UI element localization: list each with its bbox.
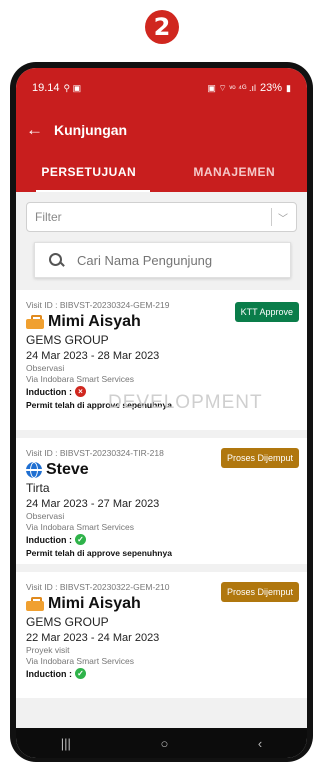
notification-icons: ⚲ ▣ bbox=[63, 82, 82, 93]
induction-passed-icon: ✓ bbox=[75, 668, 86, 679]
battery-percentage: 23% bbox=[260, 82, 283, 94]
status-bar: 19.14 ⚲ ▣ ▣ ⌔ ᵛᵒ ⁴ᴳ .ıl 23% ▮ bbox=[16, 68, 307, 108]
visit-purpose: Proyek visit bbox=[26, 645, 70, 655]
visit-card[interactable]: Visit ID : BIBVST-20230324-GEM-219 Mimi … bbox=[16, 290, 307, 430]
page-title: Kunjungan bbox=[54, 122, 128, 138]
back-button[interactable]: ‹ bbox=[258, 736, 262, 751]
induction-label: Induction : bbox=[26, 386, 72, 397]
permit-status: Permit telah di approve sepenuhnya bbox=[26, 400, 172, 410]
permit-status: Permit telah di approve sepenuhnya bbox=[26, 548, 172, 558]
system-nav-bar: ||| ○ ‹ bbox=[16, 728, 307, 758]
briefcase-icon bbox=[26, 597, 44, 611]
status-button[interactable]: Proses Dijemput bbox=[220, 448, 299, 468]
chevron-down-icon: ﹀ bbox=[278, 213, 288, 225]
visit-via: Via Indobara Smart Services bbox=[26, 374, 135, 384]
visit-purpose: Observasi bbox=[26, 511, 65, 521]
visitor-company: Tirta bbox=[26, 481, 50, 495]
tab-manajemen[interactable]: MANAJEMEN bbox=[162, 152, 308, 192]
visit-via: Via Indobara Smart Services bbox=[26, 656, 135, 666]
induction-row: Induction : ✓ bbox=[26, 534, 299, 545]
phone-frame: 19.14 ⚲ ▣ ▣ ⌔ ᵛᵒ ⁴ᴳ .ıl 23% ▮ ← Kunjunga… bbox=[10, 62, 313, 762]
status-button[interactable]: Proses Dijemput bbox=[220, 582, 299, 602]
visit-card[interactable]: Visit ID : BIBVST-20230322-GEM-210 Mimi … bbox=[16, 572, 307, 698]
visit-dates: 24 Mar 2023 - 28 Mar 2023 bbox=[26, 350, 160, 362]
filter-dropdown[interactable]: Filter ﹀ bbox=[26, 202, 297, 232]
visit-dates: 24 Mar 2023 - 27 Mar 2023 bbox=[26, 498, 160, 510]
visitor-name: Steve bbox=[46, 461, 89, 478]
briefcase-icon bbox=[26, 315, 44, 329]
visitor-name: Mimi Aisyah bbox=[48, 595, 141, 612]
induction-row: Induction : × bbox=[26, 386, 299, 397]
globe-icon bbox=[26, 462, 42, 478]
status-time: 19.14 bbox=[32, 82, 60, 94]
induction-label: Induction : bbox=[26, 534, 72, 545]
visit-purpose: Observasi bbox=[26, 363, 65, 373]
visit-card[interactable]: Visit ID : BIBVST-20230324-TIR-218 Steve… bbox=[16, 438, 307, 564]
search-box bbox=[34, 242, 291, 278]
induction-label: Induction : bbox=[26, 668, 72, 679]
app-bar: ← Kunjungan bbox=[16, 108, 307, 152]
visit-list: Visit ID : BIBVST-20230324-GEM-219 Mimi … bbox=[16, 290, 307, 698]
home-button[interactable]: ○ bbox=[160, 736, 168, 751]
visit-via: Via Indobara Smart Services bbox=[26, 522, 135, 532]
induction-passed-icon: ✓ bbox=[75, 534, 86, 545]
visitor-company: GEMS GROUP bbox=[26, 333, 109, 347]
connectivity-icons: ▣ ⌔ ᵛᵒ ⁴ᴳ .ıl bbox=[207, 82, 257, 93]
visitor-name: Mimi Aisyah bbox=[48, 313, 141, 330]
visit-dates: 22 Mar 2023 - 24 Mar 2023 bbox=[26, 632, 160, 644]
status-button[interactable]: KTT Approve bbox=[234, 302, 299, 322]
step-number-badge: 2 bbox=[145, 10, 179, 44]
search-icon bbox=[47, 251, 65, 269]
tab-persetujuan[interactable]: PERSETUJUAN bbox=[16, 152, 162, 192]
filter-separator bbox=[271, 208, 272, 226]
content-area: Filter ﹀ Visit ID : BIBVST-20230324-GEM-… bbox=[16, 192, 307, 728]
induction-failed-icon: × bbox=[75, 386, 86, 397]
visitor-company: GEMS GROUP bbox=[26, 615, 109, 629]
battery-icon: ▮ bbox=[286, 82, 291, 93]
search-input[interactable] bbox=[77, 252, 277, 268]
filter-placeholder: Filter bbox=[35, 210, 62, 224]
recents-button[interactable]: ||| bbox=[61, 736, 71, 751]
phone-screen: 19.14 ⚲ ▣ ▣ ⌔ ᵛᵒ ⁴ᴳ .ıl 23% ▮ ← Kunjunga… bbox=[16, 68, 307, 758]
induction-row: Induction : ✓ bbox=[26, 668, 299, 679]
back-arrow-icon[interactable]: ← bbox=[26, 120, 50, 140]
tab-bar: PERSETUJUAN MANAJEMEN bbox=[16, 152, 307, 192]
